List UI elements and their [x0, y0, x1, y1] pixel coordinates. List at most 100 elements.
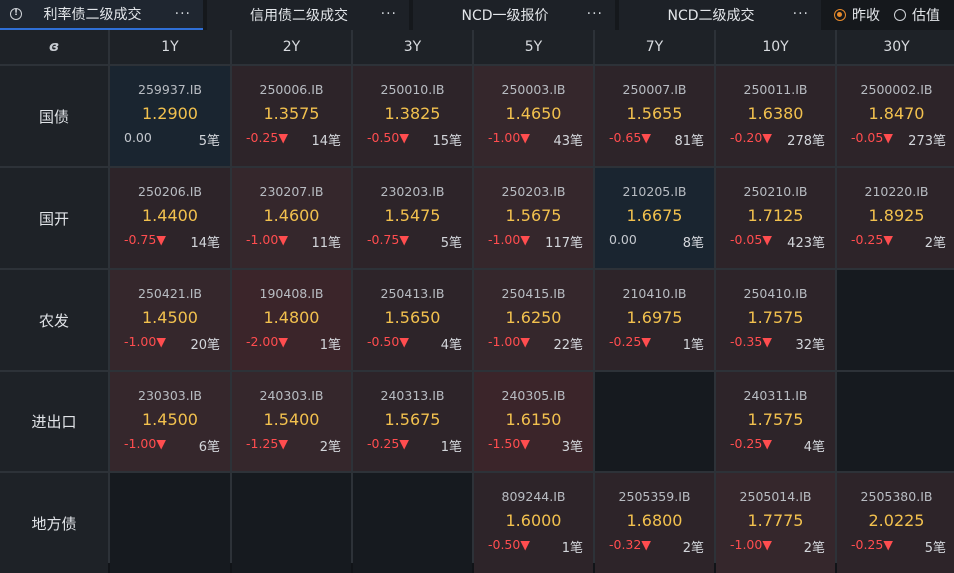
radio-valuation[interactable]: 估值 [894, 5, 940, 25]
quote-cell[interactable]: 250410.IB 1.7575 -0.35▼ 32笔 [716, 270, 835, 370]
more-icon[interactable]: ··· [381, 6, 397, 22]
tab-ncd-secondary[interactable]: NCD二级成交 ··· [619, 0, 821, 30]
yield-rate: 1.6975 [626, 308, 683, 327]
bond-code: 2505359.IB [618, 489, 691, 504]
tab-ncd-primary-quote[interactable]: NCD一级报价 ··· [413, 0, 615, 30]
row-label: 国债 [0, 66, 108, 166]
bond-code: 250006.IB [259, 82, 324, 97]
quote-cell[interactable]: 250010.IB 1.3825 -0.50▼ 15笔 [353, 66, 472, 166]
tenor-header[interactable]: 7Y [595, 30, 714, 64]
tenor-header[interactable]: 1Y [110, 30, 230, 64]
tab-credit-bond-secondary[interactable]: 信用债二级成交 ··· [207, 0, 409, 30]
bond-code: 240311.IB [743, 388, 808, 403]
tenor-header[interactable]: 5Y [474, 30, 593, 64]
quote-cell[interactable]: 250203.IB 1.5675 -1.00▼ 117笔 [474, 168, 593, 268]
yield-rate: 1.7125 [747, 206, 804, 225]
yield-change: -1.00▼ [488, 232, 530, 247]
bond-code: 230303.IB [138, 388, 202, 403]
quote-cell[interactable]: 240303.IB 1.5400 -1.25▼ 2笔 [232, 372, 351, 471]
quote-cell[interactable]: 2505380.IB 2.0225 -0.25▼ 5笔 [837, 473, 954, 573]
trade-count: 8笔 [682, 236, 704, 251]
yield-rate: 1.4400 [142, 206, 198, 225]
yield-rate: 1.7575 [747, 410, 804, 429]
quote-cell[interactable]: 240313.IB 1.5675 -0.25▼ 1笔 [353, 372, 472, 471]
more-icon[interactable]: ··· [175, 6, 191, 22]
tab-rate-bond-secondary[interactable]: ! 利率债二级成交 ··· [0, 0, 203, 30]
yield-rate: 1.6675 [626, 206, 683, 225]
yield-change: -2.00▼ [246, 334, 288, 349]
radio-label: 昨收 [852, 8, 880, 24]
more-icon[interactable]: ··· [587, 6, 603, 22]
bond-code: 259937.IB [138, 82, 202, 97]
quote-cell[interactable]: 250421.IB 1.4500 -1.00▼ 20笔 [110, 270, 230, 370]
yield-change: 0.00 [124, 130, 152, 145]
trade-count: 43笔 [553, 134, 583, 149]
yield-change: -0.35▼ [730, 334, 772, 349]
quote-cell[interactable]: 230203.IB 1.5475 -0.75▼ 5笔 [353, 168, 472, 268]
yield-change: -1.25▼ [246, 436, 288, 451]
yield-change: -0.50▼ [488, 537, 530, 552]
quote-cell[interactable]: 230207.IB 1.4600 -1.00▼ 11笔 [232, 168, 351, 268]
quote-cell[interactable]: 2505014.IB 1.7775 -1.00▼ 2笔 [716, 473, 835, 573]
quote-cell[interactable]: 250206.IB 1.4400 -0.75▼ 14笔 [110, 168, 230, 268]
quote-cell[interactable]: 210220.IB 1.8925 -0.25▼ 2笔 [837, 168, 954, 268]
bond-code: 2505380.IB [860, 489, 933, 504]
quote-cell[interactable]: 250415.IB 1.6250 -1.00▼ 22笔 [474, 270, 593, 370]
quote-cell[interactable]: 230303.IB 1.4500 -1.00▼ 6笔 [110, 372, 230, 471]
yield-change: -0.75▼ [124, 232, 166, 247]
trade-count: 273笔 [908, 134, 946, 149]
empty-cell [232, 473, 351, 573]
tab-label: 信用债二级成交 [250, 8, 348, 24]
bond-code: 190408.IB [259, 286, 324, 301]
yield-change: -1.00▼ [730, 537, 772, 552]
quote-cell[interactable]: 250007.IB 1.5655 -0.65▼ 81笔 [595, 66, 714, 166]
quote-cell[interactable]: 809244.IB 1.6000 -0.50▼ 1笔 [474, 473, 593, 573]
quote-cell[interactable]: 259937.IB 1.2900 0.00 5笔 [110, 66, 230, 166]
quote-cell[interactable]: 240311.IB 1.7575 -0.25▼ 4笔 [716, 372, 835, 471]
tenor-header[interactable]: 10Y [716, 30, 835, 64]
price-basis-radio-group: 昨收 估值 [834, 0, 940, 30]
yield-change: -0.75▼ [367, 232, 409, 247]
yield-rate: 1.6000 [505, 511, 562, 530]
quote-cell[interactable]: 240305.IB 1.6150 -1.50▼ 3笔 [474, 372, 593, 471]
quote-cell[interactable]: 2505359.IB 1.6800 -0.32▼ 2笔 [595, 473, 714, 573]
yield-rate: 2.0225 [868, 511, 925, 530]
yield-rate: 1.5475 [384, 206, 441, 225]
yield-rate: 1.6250 [505, 308, 562, 327]
yield-change: -1.00▼ [124, 436, 166, 451]
trade-count: 20笔 [190, 338, 220, 353]
tenor-header[interactable]: 30Y [837, 30, 954, 64]
trade-count: 81笔 [674, 134, 704, 149]
yield-rate: 1.4500 [142, 308, 198, 327]
info-icon[interactable]: ! [10, 8, 22, 20]
bond-code: 210410.IB [622, 286, 687, 301]
row-label: 国开 [0, 168, 108, 268]
quote-cell[interactable]: 250006.IB 1.3575 -0.25▼ 14笔 [232, 66, 351, 166]
trade-count: 2笔 [803, 541, 825, 556]
radio-prev-close[interactable]: 昨收 [834, 5, 880, 25]
yield-rate: 1.4800 [263, 308, 320, 327]
more-icon[interactable]: ··· [793, 6, 809, 22]
bond-code: 250210.IB [743, 184, 808, 199]
bond-code: 2500002.IB [860, 82, 933, 97]
bond-code: 250206.IB [138, 184, 202, 199]
bond-code: 240313.IB [380, 388, 445, 403]
trade-count: 2笔 [924, 236, 946, 251]
quote-cell[interactable]: 250011.IB 1.6380 -0.20▼ 278笔 [716, 66, 835, 166]
tenor-header[interactable]: 3Y [353, 30, 472, 64]
quote-cell[interactable]: 250413.IB 1.5650 -0.50▼ 4笔 [353, 270, 472, 370]
bond-code: 210205.IB [622, 184, 687, 199]
quote-cell[interactable]: 210410.IB 1.6975 -0.25▼ 1笔 [595, 270, 714, 370]
tab-label: NCD二级成交 [667, 8, 755, 24]
empty-cell [837, 372, 954, 471]
quote-cell[interactable]: 2500002.IB 1.8470 -0.05▼ 273笔 [837, 66, 954, 166]
quote-cell[interactable]: 250003.IB 1.4650 -1.00▼ 43笔 [474, 66, 593, 166]
quote-cell[interactable]: 190408.IB 1.4800 -2.00▼ 1笔 [232, 270, 351, 370]
yield-change: -0.25▼ [851, 232, 893, 247]
quote-cell[interactable]: 210205.IB 1.6675 0.00 8笔 [595, 168, 714, 268]
tenor-header[interactable]: 2Y [232, 30, 351, 64]
quote-cell[interactable]: 250210.IB 1.7125 -0.05▼ 423笔 [716, 168, 835, 268]
bond-code: 250410.IB [743, 286, 808, 301]
row-label: 地方债 [0, 473, 108, 573]
trade-count: 423笔 [787, 236, 825, 251]
